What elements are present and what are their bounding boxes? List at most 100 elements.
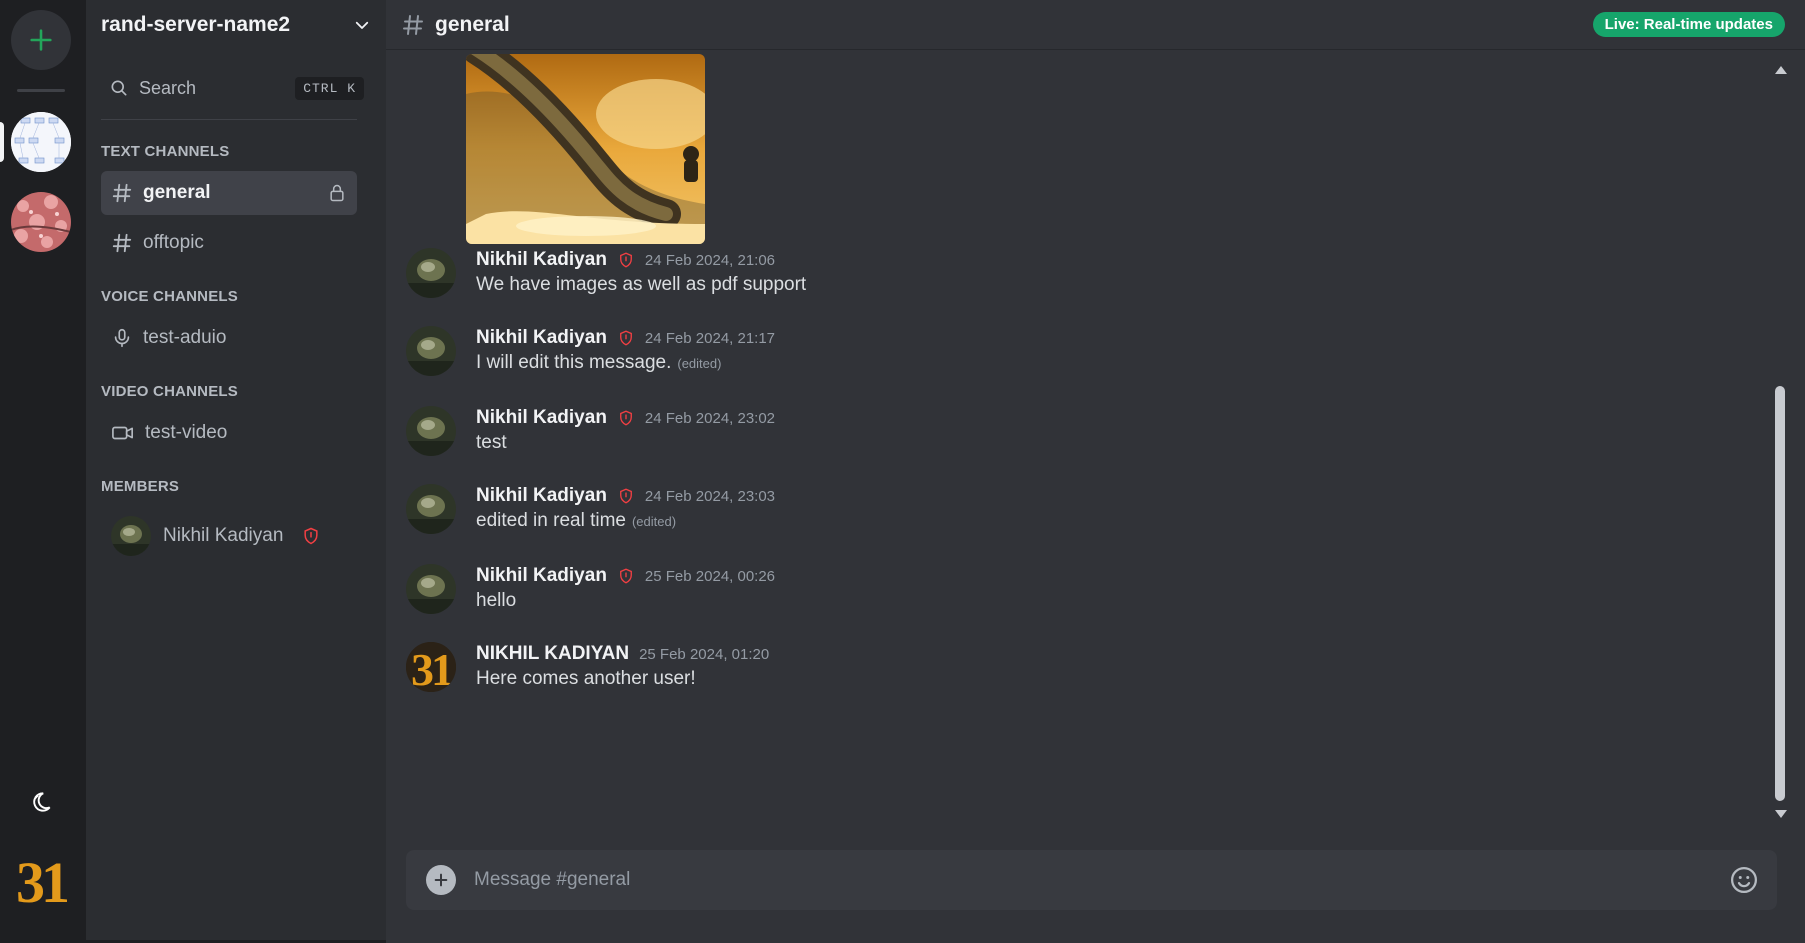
smiley-icon[interactable] — [1729, 865, 1759, 895]
chat-header: general Live: Real-time updates — [386, 0, 1805, 50]
message-input[interactable] — [474, 869, 1729, 891]
message-author[interactable]: Nikhil Kadiyan — [476, 407, 607, 429]
shield-icon — [619, 252, 632, 268]
message-meta: Nikhil Kadiyan 24 Feb 2024, 21:06 — [476, 248, 775, 272]
user-profile-logo[interactable]: 31 — [11, 850, 71, 915]
attachment-image — [466, 54, 705, 244]
message-composer — [406, 850, 1777, 910]
server-name: rand-server-name2 — [101, 13, 291, 36]
video-camera-icon — [112, 426, 133, 440]
chevron-down-icon — [355, 21, 369, 29]
message-body: I will edit this message. (edited) — [476, 352, 721, 374]
message-timestamp: 24 Feb 2024, 21:17 — [644, 329, 776, 347]
server-menu-button[interactable]: rand-server-name2 — [86, 0, 386, 50]
channel-sidebar: rand-server-name2 Search CTRL K TEXT CHA… — [86, 0, 386, 940]
shield-icon — [619, 410, 632, 426]
channel-label: general — [143, 182, 211, 203]
plus-icon — [434, 873, 448, 887]
message-text: I will edit this message. — [476, 352, 672, 373]
avatar[interactable] — [406, 248, 456, 298]
shield-icon — [619, 568, 632, 584]
message-text: hello — [476, 590, 517, 611]
message-item: 31 NIKHIL KADIYAN 25 Feb 2024, 01:20 Her… — [406, 642, 1306, 712]
message-meta: Nikhil Kadiyan 25 Feb 2024, 00:26 — [476, 564, 775, 588]
message-body: edited in real time (edited) — [476, 510, 676, 532]
message-list[interactable]: Nikhil Kadiyan 24 Feb 2024, 21:06 We hav… — [386, 54, 1781, 819]
moon-icon — [33, 792, 51, 812]
rail-separator — [17, 89, 65, 92]
image-attachment[interactable] — [466, 54, 705, 244]
channel-general[interactable]: general — [101, 171, 357, 215]
message-body: Here comes another user! — [476, 668, 702, 690]
channel-title: general — [435, 12, 510, 36]
scrollbar-thumb[interactable] — [1775, 386, 1785, 801]
channel-test-aduio[interactable]: test-aduio — [101, 316, 357, 360]
voice-channels-heading: VOICE CHANNELS — [101, 288, 238, 305]
server-thumbnail-image — [11, 112, 71, 172]
message-item: Nikhil Kadiyan 24 Feb 2024, 21:06 We hav… — [406, 248, 1306, 318]
channel-label: test-video — [145, 422, 228, 443]
plus-icon — [30, 29, 52, 51]
message-meta: Nikhil Kadiyan 24 Feb 2024, 23:02 — [476, 406, 775, 430]
channel-label: test-aduio — [143, 327, 227, 348]
search-icon — [111, 80, 127, 96]
add-server-button[interactable] — [11, 10, 71, 70]
channel-test-video[interactable]: test-video — [101, 411, 357, 455]
member-name: Nikhil Kadiyan — [163, 525, 284, 546]
message-item: Nikhil Kadiyan 24 Feb 2024, 21:17 I will… — [406, 326, 1306, 396]
channel-label: offtopic — [143, 232, 204, 253]
message-timestamp: 25 Feb 2024, 01:20 — [639, 645, 770, 663]
lock-icon — [330, 184, 344, 202]
message-item: Nikhil Kadiyan 24 Feb 2024, 23:02 test — [406, 406, 1306, 476]
avatar[interactable]: 31 — [406, 642, 456, 692]
scroll-down-arrow[interactable] — [1775, 810, 1787, 818]
server-thumbnail-image — [11, 192, 71, 252]
member-nikhil-kadiyan[interactable]: Nikhil Kadiyan — [111, 512, 351, 560]
message-body: test — [476, 432, 513, 454]
edited-tag: (edited) — [631, 514, 677, 529]
avatar[interactable] — [406, 484, 456, 534]
chat-panel: general Live: Real-time updates Nikhil K… — [386, 0, 1805, 943]
message-author[interactable]: Nikhil Kadiyan — [476, 485, 607, 507]
message-author[interactable]: Nikhil Kadiyan — [476, 565, 607, 587]
hashtag-icon — [112, 183, 132, 203]
message-timestamp: 24 Feb 2024, 23:03 — [644, 487, 776, 505]
theme-toggle-button[interactable] — [26, 787, 56, 817]
attach-file-button[interactable] — [426, 865, 456, 895]
message-timestamp: 24 Feb 2024, 23:02 — [644, 409, 776, 427]
shield-icon — [619, 488, 632, 504]
message-body: hello — [476, 590, 522, 612]
avatar — [111, 516, 151, 556]
svg-text:31: 31 — [16, 852, 67, 908]
message-body: We have images as well as pdf support — [476, 274, 812, 296]
avatar[interactable] — [406, 326, 456, 376]
server-rail: 31 — [0, 0, 86, 940]
avatar[interactable] — [406, 564, 456, 614]
sidebar-divider — [101, 119, 357, 120]
svg-text:31: 31 — [411, 644, 452, 692]
scroll-up-arrow[interactable] — [1775, 66, 1787, 74]
message-text: edited in real time — [476, 510, 626, 531]
message-timestamp: 25 Feb 2024, 00:26 — [644, 567, 776, 585]
message-scrollbar[interactable] — [1773, 60, 1787, 824]
video-channels-heading: VIDEO CHANNELS — [101, 383, 238, 400]
server-icon-2[interactable] — [11, 192, 71, 252]
hashtag-icon — [112, 233, 132, 253]
message-item: Nikhil Kadiyan 25 Feb 2024, 00:26 hello — [406, 564, 1306, 634]
avatar[interactable] — [406, 406, 456, 456]
message-author[interactable]: NIKHIL KADIYAN — [476, 643, 629, 665]
shield-icon — [619, 330, 632, 346]
search-label: Search — [139, 77, 197, 98]
message-item: Nikhil Kadiyan 24 Feb 2024, 23:03 edited… — [406, 484, 1306, 554]
edited-tag: (edited) — [677, 356, 722, 371]
server-icon-1[interactable] — [11, 112, 71, 172]
message-text: Here comes another user! — [476, 668, 696, 689]
microphone-icon — [114, 328, 130, 348]
message-text: We have images as well as pdf support — [476, 274, 807, 295]
channel-offtopic[interactable]: offtopic — [101, 221, 357, 265]
search-button[interactable]: Search CTRL K — [101, 68, 364, 108]
message-meta: Nikhil Kadiyan 24 Feb 2024, 21:17 — [476, 326, 775, 350]
message-author[interactable]: Nikhil Kadiyan — [476, 249, 607, 271]
shield-icon — [304, 527, 318, 545]
message-author[interactable]: Nikhil Kadiyan — [476, 327, 607, 349]
